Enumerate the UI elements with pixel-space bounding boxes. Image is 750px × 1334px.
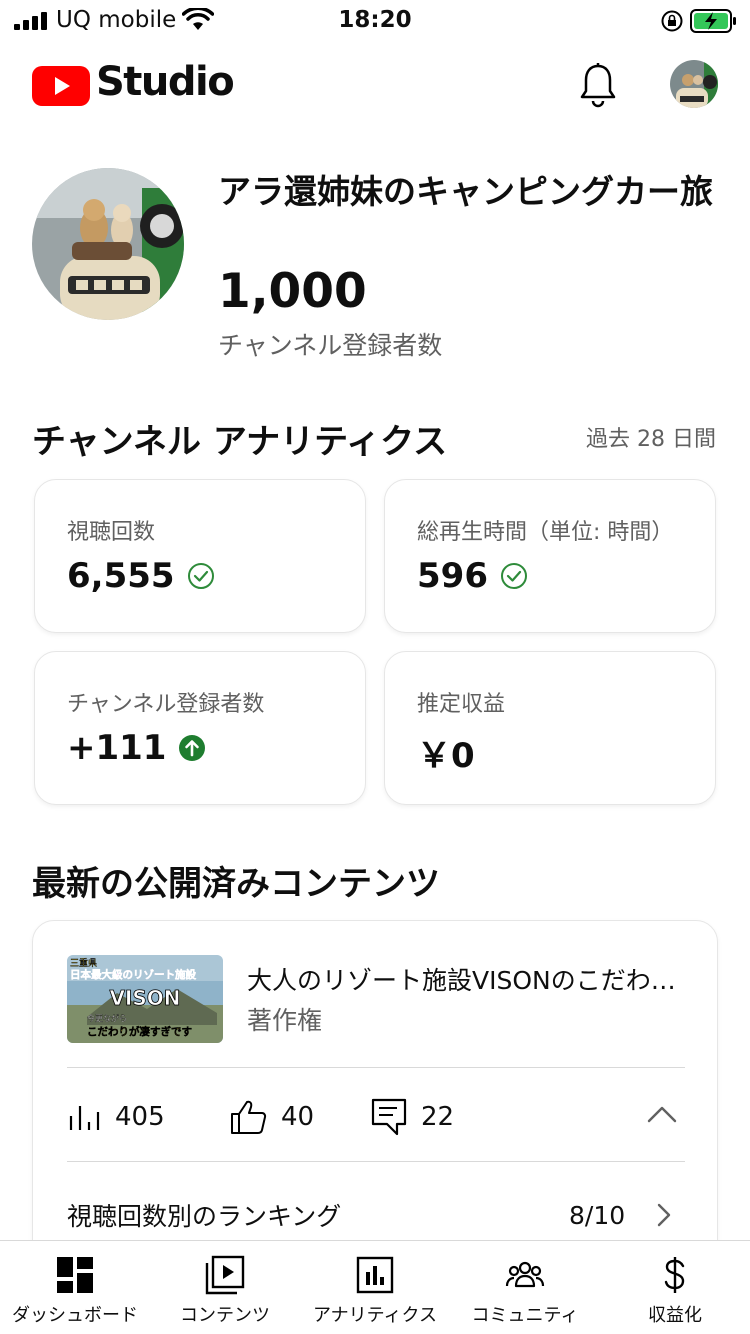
views-stat: 405	[67, 1087, 165, 1147]
bottom-navigation: ダッシュボード コンテンツ アナリティクス コミュニティ 収益化	[0, 1240, 750, 1334]
nav-label: ダッシュボード	[12, 1305, 138, 1326]
watch-time-card[interactable]: 総再生時間（単位: 時間） 596	[384, 479, 716, 633]
card-value: +111	[67, 728, 167, 768]
thumb-text-headline: 日本最大級のリゾート施設	[70, 968, 196, 981]
video-title[interactable]: 大人のリゾート施設VISONのこだわりが凄すぎです	[247, 961, 687, 997]
latest-video-card: 三重県 日本最大級のリゾート施設 VISON 今更ながら こだわりが凄すぎです …	[32, 920, 718, 1280]
comments-stat: 22	[371, 1087, 454, 1147]
nav-label: コンテンツ	[180, 1305, 270, 1326]
check-circle-icon	[500, 563, 527, 589]
comments-count: 22	[421, 1102, 455, 1132]
nav-monetization[interactable]: 収益化	[600, 1241, 750, 1334]
analytics-title: チャンネル アナリティクス	[32, 422, 448, 462]
card-value: ￥0	[417, 736, 475, 776]
divider	[67, 1161, 685, 1162]
chevron-up-icon[interactable]	[645, 1103, 679, 1127]
battery-icon	[690, 9, 736, 33]
bar-chart-icon	[69, 1106, 100, 1130]
analytics-icon	[356, 1256, 394, 1294]
likes-count: 40	[281, 1102, 315, 1132]
card-label: 総再生時間（単位: 時間）	[417, 520, 674, 545]
thumb-text-prefecture: 三重県	[70, 957, 97, 969]
views-count: 405	[115, 1102, 165, 1132]
subscribers-card[interactable]: チャンネル登録者数 +111	[34, 651, 366, 805]
channel-name: アラ還姉妹のキャンピングカー旅	[218, 172, 713, 211]
likes-stat: 40	[229, 1087, 314, 1147]
video-status: 著作権	[247, 1006, 323, 1035]
rotation-lock-icon	[661, 10, 683, 32]
revenue-card[interactable]: 推定収益 ￥0	[384, 651, 716, 805]
latest-content-title: 最新の公開済みコンテンツ	[32, 864, 440, 904]
arrow-up-circle-icon	[179, 735, 206, 761]
subscriber-label: チャンネル登録者数	[218, 331, 443, 360]
monetization-icon	[664, 1257, 685, 1293]
subscriber-count: 1,000	[218, 264, 367, 319]
analytics-period: 過去 28 日間	[586, 427, 716, 452]
youtube-logo-icon	[32, 66, 90, 106]
nav-label: アナリティクス	[312, 1305, 438, 1326]
nav-label: 収益化	[648, 1305, 702, 1326]
nav-analytics[interactable]: アナリティクス	[300, 1241, 450, 1334]
chevron-right-icon[interactable]	[655, 1201, 673, 1229]
nav-dashboard[interactable]: ダッシュボード	[0, 1241, 150, 1334]
card-value: 596	[417, 556, 488, 596]
nav-content[interactable]: コンテンツ	[150, 1241, 300, 1334]
divider	[67, 1067, 685, 1068]
app-header: Studio	[0, 42, 750, 128]
notification-bell-icon[interactable]	[578, 62, 618, 108]
card-label: チャンネル登録者数	[67, 692, 265, 717]
nav-community[interactable]: コミュニティ	[450, 1241, 600, 1334]
card-label: 推定収益	[417, 692, 506, 717]
thumb-text-caption: こだわりが凄すぎです	[87, 1025, 192, 1038]
thumbs-up-icon	[231, 1100, 267, 1134]
card-label: 視聴回数	[67, 520, 156, 545]
check-circle-icon	[187, 563, 214, 589]
video-thumbnail[interactable]: 三重県 日本最大級のリゾート施設 VISON 今更ながら こだわりが凄すぎです	[67, 955, 223, 1043]
card-value: 6,555	[67, 556, 175, 596]
studio-logo-text: Studio	[96, 59, 235, 105]
account-avatar[interactable]	[670, 60, 718, 108]
nav-label: コミュニティ	[471, 1305, 579, 1326]
community-icon	[505, 1261, 545, 1288]
thumb-text-sub: 今更ながら	[87, 1013, 127, 1023]
content-icon	[205, 1255, 245, 1295]
ranking-value: 8/10	[569, 1201, 626, 1230]
ranking-label[interactable]: 視聴回数別のランキング	[67, 1197, 341, 1233]
clock: 18:20	[338, 7, 412, 33]
thumb-text-vison: VISON	[109, 986, 180, 1010]
dashboard-icon	[57, 1257, 93, 1293]
status-bar: UQ mobile 18:20	[0, 0, 750, 42]
channel-avatar	[32, 168, 184, 320]
comment-icon	[371, 1098, 407, 1136]
views-card[interactable]: 視聴回数 6,555	[34, 479, 366, 633]
